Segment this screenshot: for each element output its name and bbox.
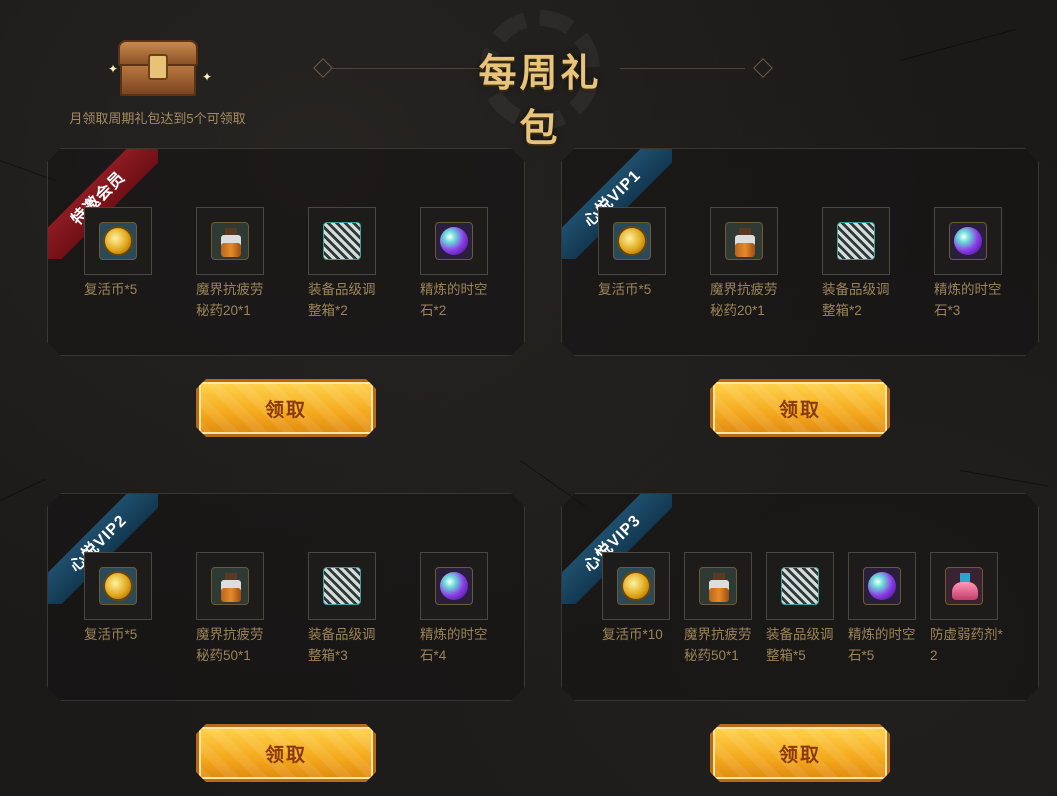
reward-item[interactable]: 精炼的时空石*3: [934, 207, 1014, 321]
time-stone-icon: [435, 222, 473, 260]
item-slot[interactable]: [196, 207, 264, 275]
item-label: 装备品级调整箱*2: [308, 282, 376, 318]
reward-item[interactable]: 魔界抗疲劳秘药50*1: [196, 552, 276, 666]
title-divider: [330, 68, 480, 69]
item-slot[interactable]: [848, 552, 916, 620]
item-label: 魔界抗疲劳秘药20*1: [710, 282, 778, 318]
item-slot[interactable]: [598, 207, 666, 275]
item-slot[interactable]: [710, 207, 778, 275]
item-slot[interactable]: [308, 207, 376, 275]
reward-item[interactable]: 防虚弱药剂*2: [930, 552, 1010, 666]
reward-item[interactable]: 精炼的时空石*4: [420, 552, 500, 666]
item-label: 复活币*10: [602, 627, 663, 642]
background-crack: [959, 470, 1049, 487]
item-slot[interactable]: [420, 207, 488, 275]
reward-item[interactable]: 魔界抗疲劳秘药50*1: [684, 552, 764, 666]
item-slot[interactable]: [684, 552, 752, 620]
item-label: 装备品级调整箱*5: [766, 627, 834, 663]
item-label: 复活币*5: [84, 627, 138, 642]
claim-button[interactable]: 领取: [710, 724, 890, 782]
potion-icon: [725, 222, 763, 260]
gift-panel-vip2: 心悦VIP2 复活币*5 魔界抗疲劳秘药50*1 装备品级调整箱*3 精炼的时空…: [47, 493, 525, 701]
item-label: 复活币*5: [598, 282, 652, 297]
reward-item[interactable]: 复活币*10: [602, 552, 682, 645]
item-label: 魔界抗疲劳秘药50*1: [684, 627, 752, 663]
item-label: 精炼的时空石*4: [420, 627, 488, 663]
gift-panel-vip1: 心悦VIP1 复活币*5 魔界抗疲劳秘药20*1 装备品级调整箱*2 精炼的时空…: [561, 148, 1039, 356]
item-slot[interactable]: [196, 552, 264, 620]
item-slot[interactable]: [930, 552, 998, 620]
claim-button[interactable]: 领取: [196, 379, 376, 437]
item-slot[interactable]: [84, 552, 152, 620]
revive-coin-icon: [617, 567, 655, 605]
title-divider: [620, 68, 745, 69]
item-slot[interactable]: [602, 552, 670, 620]
reward-item[interactable]: 装备品级调整箱*2: [308, 207, 388, 321]
gear-box-icon: [837, 222, 875, 260]
item-slot[interactable]: [420, 552, 488, 620]
item-slot[interactable]: [766, 552, 834, 620]
item-slot[interactable]: [308, 552, 376, 620]
item-label: 魔界抗疲劳秘药50*1: [196, 627, 264, 663]
item-label: 装备品级调整箱*2: [822, 282, 890, 318]
time-stone-icon: [435, 567, 473, 605]
diamond-ornament-icon: [753, 58, 773, 78]
background-crack: [0, 478, 46, 501]
reward-item[interactable]: 复活币*5: [598, 207, 678, 300]
item-label: 防虚弱药剂*2: [930, 627, 1003, 663]
item-label: 精炼的时空石*2: [420, 282, 488, 318]
time-stone-icon: [949, 222, 987, 260]
treasure-chest-icon[interactable]: ✦ ✦: [108, 40, 212, 96]
reward-item[interactable]: 精炼的时空石*2: [420, 207, 500, 321]
item-label: 装备品级调整箱*3: [308, 627, 376, 663]
gift-panel-invited-member: 特邀会员 复活币*5 魔界抗疲劳秘药20*1 装备品级调整箱*2 精炼的时空石*…: [47, 148, 525, 356]
item-slot[interactable]: [822, 207, 890, 275]
gear-box-icon: [781, 567, 819, 605]
chest-note: 月领取周期礼包达到5个可领取: [69, 111, 246, 126]
reward-item[interactable]: 复活币*5: [84, 552, 164, 645]
item-slot[interactable]: [934, 207, 1002, 275]
background-crack: [899, 28, 1017, 61]
claim-button[interactable]: 领取: [196, 724, 376, 782]
header: 每周礼包: [300, 10, 780, 150]
sparkle-icon: ✦: [108, 62, 119, 76]
item-slot[interactable]: [84, 207, 152, 275]
time-stone-icon: [863, 567, 901, 605]
potion-icon: [211, 567, 249, 605]
reward-item[interactable]: 魔界抗疲劳秘药20*1: [710, 207, 790, 321]
lock-icon: [148, 54, 168, 80]
page-title: 每周礼包: [478, 53, 602, 150]
item-label: 复活币*5: [84, 282, 138, 297]
gift-panel-vip3: 心悦VIP3 复活币*10 魔界抗疲劳秘药50*1 装备品级调整箱*5 精炼的时…: [561, 493, 1039, 701]
revive-coin-icon: [613, 222, 651, 260]
reward-item[interactable]: 装备品级调整箱*2: [822, 207, 902, 321]
reward-item[interactable]: 装备品级调整箱*3: [308, 552, 388, 666]
item-label: 魔界抗疲劳秘药20*1: [196, 282, 264, 318]
reward-item[interactable]: 复活币*5: [84, 207, 164, 300]
sparkle-icon: ✦: [202, 70, 213, 84]
revive-coin-icon: [99, 222, 137, 260]
potion-icon: [699, 567, 737, 605]
reward-item[interactable]: 魔界抗疲劳秘药20*1: [196, 207, 276, 321]
gear-box-icon: [323, 567, 361, 605]
revive-coin-icon: [99, 567, 137, 605]
weakness-flask-icon: [945, 567, 983, 605]
claim-button[interactable]: 领取: [710, 379, 890, 437]
potion-icon: [211, 222, 249, 260]
reward-item[interactable]: 精炼的时空石*5: [848, 552, 928, 666]
gear-box-icon: [323, 222, 361, 260]
item-label: 精炼的时空石*5: [848, 627, 916, 663]
item-label: 精炼的时空石*3: [934, 282, 1002, 318]
reward-item[interactable]: 装备品级调整箱*5: [766, 552, 846, 666]
